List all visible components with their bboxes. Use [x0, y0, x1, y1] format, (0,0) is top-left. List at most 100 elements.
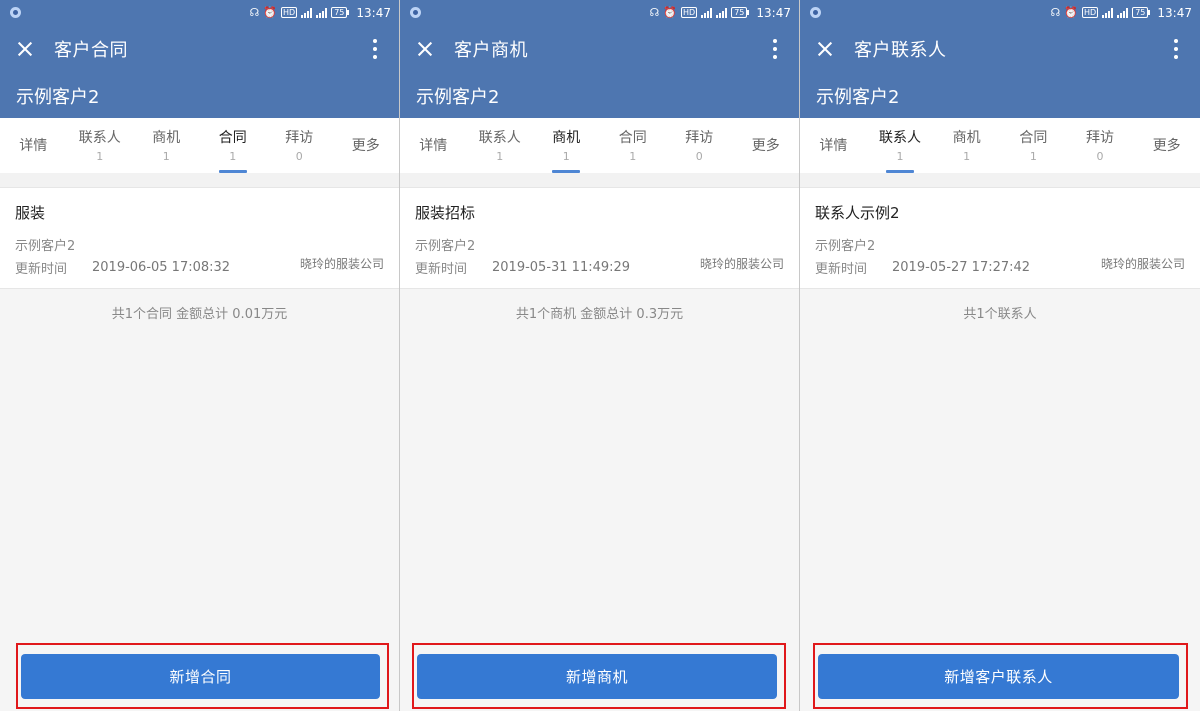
tab-bar: 详情 联系人 1 商机 1 合同 1 拜访 0 更多	[400, 118, 799, 173]
list-item[interactable]: 联系人示例2 示例客户2 更新时间 2019-05-27 17:27:42 晓玲…	[800, 188, 1200, 289]
tab-label: 联系人	[78, 130, 121, 146]
tab-count: 1	[562, 150, 570, 163]
tab-label: 合同	[618, 130, 647, 146]
tab-bar: 详情 联系人 1 商机 1 合同 1 拜访 0 更多	[800, 118, 1200, 173]
battery-icon: 75	[731, 7, 750, 18]
screens-container: ☊ ⏰ HD 75 13:47 客户合同 示例客户2 详情 联系人 1 商机 1 合…	[0, 0, 1200, 711]
headset-icon: ☊	[1050, 6, 1061, 19]
tab-count: 0	[695, 150, 703, 163]
tab-opportunities[interactable]: 商机 1	[133, 118, 200, 173]
tab-contacts[interactable]: 联系人 1	[467, 118, 534, 173]
tab-count: 1	[229, 150, 237, 163]
hd-icon: HD	[681, 7, 698, 18]
tab-visits[interactable]: 拜访 0	[266, 118, 333, 173]
tab-contacts[interactable]: 联系人 1	[867, 118, 934, 173]
more-vert-icon[interactable]	[365, 37, 385, 61]
divider	[400, 173, 799, 188]
close-icon[interactable]	[414, 38, 436, 60]
add-contract-button[interactable]: 新增合同	[21, 654, 380, 699]
status-icons: ☊ ⏰ HD 75 13:47	[650, 6, 791, 20]
update-time-label: 更新时间	[15, 262, 68, 277]
customer-name: 示例客户2	[16, 87, 100, 108]
tab-label: 更多	[351, 138, 380, 154]
signal-icon	[1102, 7, 1114, 18]
tab-label: 联系人	[478, 130, 521, 146]
status-time: 13:47	[756, 5, 791, 20]
tab-contracts[interactable]: 合同 1	[600, 118, 667, 173]
list-summary: 共1个商机 金额总计 0.3万元	[515, 307, 684, 322]
tab-count: 0	[295, 150, 303, 163]
close-icon[interactable]	[814, 38, 836, 60]
page-title: 客户联系人	[854, 40, 947, 61]
battery-icon: 75	[331, 7, 350, 18]
tab-count: 1	[963, 150, 971, 163]
top-bar: 客户联系人	[800, 25, 1200, 73]
item-customer: 示例客户2	[415, 239, 476, 254]
tab-count: 1	[96, 150, 104, 163]
tab-label: 详情	[819, 138, 848, 154]
tab-details[interactable]: 详情	[800, 118, 867, 173]
status-time: 13:47	[356, 5, 391, 20]
item-company: 晓玲的服装公司	[1100, 257, 1185, 271]
status-bar: ☊ ⏰ HD 75 13:47	[400, 0, 799, 25]
more-vert-icon[interactable]	[765, 37, 785, 61]
top-bar: 客户合同	[0, 25, 399, 73]
hd-icon: HD	[1082, 7, 1099, 18]
page-title: 客户商机	[454, 40, 528, 61]
item-title: 服装	[15, 204, 46, 222]
alarm-icon: ⏰	[663, 6, 678, 19]
signal-icon-2	[1117, 7, 1129, 18]
update-time-label: 更新时间	[815, 262, 868, 277]
tab-contracts[interactable]: 合同 1	[1000, 118, 1067, 173]
tab-label: 更多	[1152, 138, 1181, 154]
hd-icon: HD	[281, 7, 298, 18]
alarm-icon: ⏰	[1064, 6, 1079, 19]
divider	[800, 173, 1200, 188]
add-contact-button[interactable]: 新增客户联系人	[818, 654, 1179, 699]
add-opportunity-button[interactable]: 新增商机	[417, 654, 777, 699]
header: 客户商机 示例客户2	[400, 25, 799, 118]
tab-more[interactable]: 更多	[1133, 118, 1200, 173]
update-time-value: 2019-05-27 17:27:42	[892, 260, 1031, 275]
tab-contracts[interactable]: 合同 1	[200, 118, 267, 173]
tab-label: 详情	[19, 138, 48, 154]
tab-bar: 详情 联系人 1 商机 1 合同 1 拜访 0 更多	[0, 118, 399, 173]
tab-count: 1	[162, 150, 170, 163]
tab-more[interactable]: 更多	[333, 118, 400, 173]
item-meta-row: 更新时间 2019-05-27 17:27:42 晓玲的服装公司	[815, 257, 1185, 277]
list-summary: 共1个联系人	[963, 307, 1037, 322]
signal-icon	[701, 7, 713, 18]
status-bar: ☊ ⏰ HD 75 13:47	[800, 0, 1200, 25]
item-title: 服装招标	[415, 204, 476, 222]
tab-count: 1	[1029, 150, 1037, 163]
app-notification-icon	[410, 7, 421, 18]
item-title: 联系人示例2	[815, 204, 900, 222]
tab-label: 拜访	[685, 130, 714, 146]
tab-opportunities[interactable]: 商机 1	[533, 118, 600, 173]
tab-more[interactable]: 更多	[733, 118, 800, 173]
headset-icon: ☊	[249, 6, 260, 19]
tab-visits[interactable]: 拜访 0	[1067, 118, 1134, 173]
list-item[interactable]: 服装招标 示例客户2 更新时间 2019-05-31 11:49:29 晓玲的服…	[400, 188, 799, 289]
tab-label: 详情	[419, 138, 448, 154]
close-icon[interactable]	[14, 38, 36, 60]
tab-opportunities[interactable]: 商机 1	[933, 118, 1000, 173]
status-icons: ☊ ⏰ HD 75 13:47	[1051, 6, 1192, 20]
item-meta-row: 更新时间 2019-06-05 17:08:32 晓玲的服装公司	[15, 257, 384, 277]
customer-name: 示例客户2	[816, 87, 900, 108]
tab-label: 拜访	[1086, 130, 1115, 146]
tab-details[interactable]: 详情	[0, 118, 67, 173]
tab-label: 更多	[751, 138, 780, 154]
tab-count: 1	[896, 150, 904, 163]
signal-icon	[301, 7, 313, 18]
update-time-label: 更新时间	[415, 262, 468, 277]
list-item[interactable]: 服装 示例客户2 更新时间 2019-06-05 17:08:32 晓玲的服装公…	[0, 188, 399, 289]
highlight-frame: 新增合同	[16, 643, 389, 709]
top-bar: 客户商机	[400, 25, 799, 73]
tab-details[interactable]: 详情	[400, 118, 467, 173]
tab-visits[interactable]: 拜访 0	[666, 118, 733, 173]
tab-contacts[interactable]: 联系人 1	[67, 118, 134, 173]
screen-contacts: ☊ ⏰ HD 75 13:47 客户联系人 示例客户2 详情 联系人 1 商机 1 …	[800, 0, 1200, 711]
more-vert-icon[interactable]	[1166, 37, 1186, 61]
header: 客户合同 示例客户2	[0, 25, 399, 118]
